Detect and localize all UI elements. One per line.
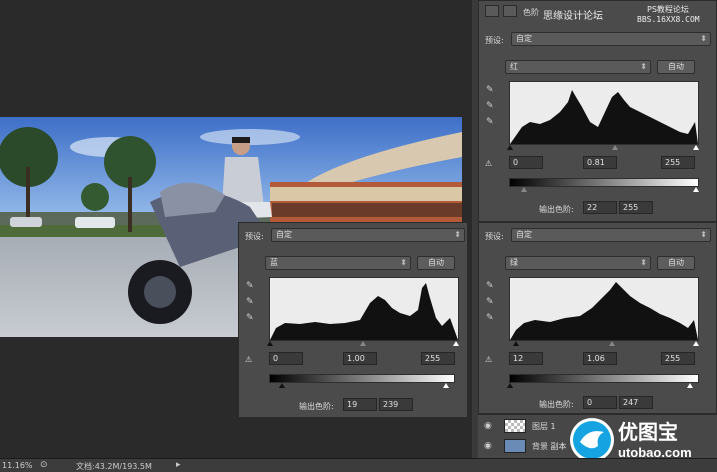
preset-select[interactable]: 自定 [511,228,711,242]
input-white-slider[interactable] [693,145,699,150]
layer-thumbnail [504,419,526,433]
auto-button[interactable]: 自动 [657,256,695,270]
input-gamma-field[interactable]: 0.81 [583,156,617,169]
histogram-green-graph [510,282,698,340]
mask-icon[interactable] [503,5,517,17]
arrow-right-icon[interactable]: ▸ [176,460,181,470]
input-black-slider[interactable] [507,145,513,150]
histogram-blue-graph [270,283,458,340]
preset-label: 预设: [485,36,504,45]
output-white-field[interactable]: 239 [379,398,413,411]
output-white-slider[interactable] [693,187,699,192]
channel-select[interactable]: 蓝 [265,256,411,270]
layer-name: 图层 1 [532,422,556,431]
histogram-green [509,277,699,341]
input-black-slider[interactable] [267,341,273,346]
output-black-field[interactable]: 19 [343,398,377,411]
input-white-slider[interactable] [693,341,699,346]
zoom-level[interactable]: 11.16% [2,461,33,470]
eye-icon[interactable]: ◉ [484,421,492,431]
input-black-field[interactable]: 0 [509,156,543,169]
input-white-slider[interactable] [453,341,459,346]
output-label: 输出色阶: [539,205,574,214]
output-white-field[interactable]: 255 [619,201,653,214]
gray-eyedropper-icon[interactable]: ✎ [246,297,256,307]
input-white-field[interactable]: 255 [661,156,695,169]
warning-icon: ⚠ [485,159,493,168]
watermark-url: BBS.16XX8.COM [637,15,700,24]
input-black-slider[interactable] [513,341,519,346]
levels-panel-red: 色阶 思缘设计论坛 PS教程论坛 BBS.16XX8.COM 预设: 自定 红 … [478,0,717,222]
levels-panel-blue: 预设: 自定 蓝 自动 ✎ ✎ ✎ ⚠ 0 1.00 255 输出色阶: 19 … [238,222,468,418]
black-eyedropper-icon[interactable]: ✎ [486,85,496,95]
logo-name: 优图宝 [618,420,678,444]
output-black-slider[interactable] [507,383,513,388]
channel-select[interactable]: 红 [505,60,651,74]
auto-button[interactable]: 自动 [657,60,695,74]
layer-name: 背景 副本 [532,442,567,451]
gray-eyedropper-icon[interactable]: ✎ [486,297,496,307]
gray-eyedropper-icon[interactable]: ✎ [486,101,496,111]
output-white-field[interactable]: 247 [619,396,653,409]
black-eyedropper-icon[interactable]: ✎ [486,281,496,291]
output-black-slider[interactable] [521,187,527,192]
status-bar: 11.16% ⊙ 文档:43.2M/193.5M ▸ [0,458,717,472]
white-eyedropper-icon[interactable]: ✎ [246,313,256,323]
auto-button[interactable]: 自动 [417,256,455,270]
warning-icon: ⚠ [485,355,493,364]
channel-select[interactable]: 绿 [505,256,651,270]
eye-icon[interactable]: ◉ [484,441,492,451]
output-label: 输出色阶: [299,402,334,411]
input-black-field[interactable]: 0 [269,352,303,365]
preset-select[interactable]: 自定 [511,32,711,46]
watermark-text-2: PS教程论坛 [647,5,689,14]
output-gradient [509,374,699,383]
watermark-text: 思缘设计论坛 [543,11,603,22]
input-gamma-slider[interactable] [609,341,615,346]
preset-label: 预设: [245,232,264,241]
output-label: 输出色阶: [539,400,574,409]
white-eyedropper-icon[interactable]: ✎ [486,313,496,323]
panel-tab-label: 色阶 [523,8,539,17]
output-white-slider[interactable] [443,383,449,388]
white-eyedropper-icon[interactable]: ✎ [486,117,496,127]
bird-logo-icon [570,418,614,462]
output-gradient [509,178,699,187]
input-gamma-field[interactable]: 1.06 [583,352,617,365]
input-white-field[interactable]: 255 [421,352,455,365]
input-white-field[interactable]: 255 [661,352,695,365]
black-eyedropper-icon[interactable]: ✎ [246,281,256,291]
output-black-slider[interactable] [279,383,285,388]
output-black-field[interactable]: 0 [583,396,617,409]
histogram-blue [269,277,459,341]
input-gamma-slider[interactable] [360,341,366,346]
histogram-red-graph [510,90,698,144]
preset-select[interactable]: 自定 [271,228,465,242]
input-gamma-slider[interactable] [612,145,618,150]
histogram-red [509,81,699,145]
output-gradient [269,374,455,383]
layer-thumbnail [504,439,526,453]
warning-icon: ⚠ [245,355,253,364]
histogram-icon[interactable] [485,5,499,17]
levels-panel-green: 预设: 自定 绿 自动 ✎ ✎ ✎ ⚠ 12 1.06 255 输出色阶: 0 … [478,222,717,414]
input-black-field[interactable]: 12 [509,352,543,365]
output-black-field[interactable]: 22 [583,201,617,214]
output-white-slider[interactable] [687,383,693,388]
input-gamma-field[interactable]: 1.00 [343,352,377,365]
preset-label: 预设: [485,232,504,241]
document-size: 文档:43.2M/193.5M [76,462,152,471]
info-icon[interactable]: ⊙ [40,460,48,470]
